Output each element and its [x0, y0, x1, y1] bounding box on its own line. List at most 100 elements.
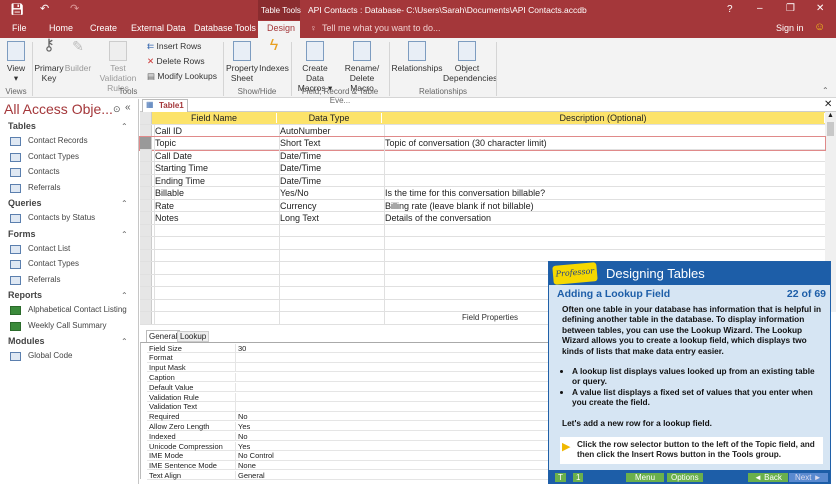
property-row[interactable]: IME Mode No Control	[147, 451, 551, 461]
close-button[interactable]: ✕	[816, 3, 824, 14]
indexes-button[interactable]: ϟ Indexes	[259, 38, 289, 74]
property-row[interactable]: Indexed No	[147, 431, 551, 441]
grid-cell[interactable]: Date/Time	[279, 174, 382, 187]
grid-cell[interactable]: Date/Time	[279, 162, 382, 174]
row-selector[interactable]	[140, 199, 152, 211]
property-value[interactable]: Yes	[235, 421, 545, 431]
menu-button[interactable]: Menu	[626, 473, 665, 482]
tab-home[interactable]: Home	[49, 23, 73, 33]
create-data-macros-button[interactable]: Create Data Macros ▾	[293, 41, 337, 93]
property-value[interactable]	[235, 382, 545, 392]
grid-cell[interactable]	[279, 262, 382, 274]
grid-cell[interactable]	[279, 287, 382, 299]
grid-cell[interactable]: Topic	[154, 137, 277, 149]
tab-file[interactable]: File	[12, 23, 27, 33]
test-validation-rules-button[interactable]: Test Validation Rules	[93, 41, 143, 93]
property-value[interactable]: No	[235, 431, 545, 441]
table-row[interactable]: Starting Time Date/Time	[140, 162, 825, 175]
collapse-nav-icon[interactable]: «	[125, 102, 131, 113]
grid-cell[interactable]	[279, 299, 382, 312]
nav-section-queries[interactable]: Queries	[8, 198, 42, 208]
nav-section-reports[interactable]: Reports	[8, 290, 42, 300]
grid-cell[interactable]	[279, 224, 382, 237]
grid-cell[interactable]: Notes	[154, 212, 277, 224]
grid-cell[interactable]	[154, 299, 277, 312]
property-row[interactable]: Input Mask	[147, 363, 551, 373]
property-value[interactable]: 30	[235, 343, 545, 353]
rename-delete-macro-button[interactable]: Rename/ Delete Macro	[337, 41, 387, 93]
row-selector[interactable]	[140, 137, 152, 149]
nav-item[interactable]: Alphabetical Contact Listing	[28, 305, 127, 314]
property-value[interactable]	[235, 363, 545, 373]
property-value[interactable]	[235, 372, 545, 382]
grid-cell[interactable]: Billable	[154, 187, 277, 199]
nav-section-forms[interactable]: Forms	[8, 229, 36, 239]
nav-section-tables[interactable]: Tables	[8, 121, 36, 131]
redo-icon[interactable]: ↷	[70, 2, 79, 15]
grid-cell[interactable]	[384, 249, 825, 262]
relationships-button[interactable]: Relationships	[391, 41, 443, 73]
property-row[interactable]: Default Value	[147, 382, 551, 392]
nav-dropdown-icon[interactable]: ⊙	[113, 104, 121, 115]
grid-cell[interactable]: Billing rate (leave blank if not billabl…	[384, 199, 825, 212]
tab-table1[interactable]: ▦ Table1	[142, 99, 188, 112]
nav-pane-title[interactable]: All Access Obje...	[4, 101, 113, 117]
options-button[interactable]: Options	[667, 473, 703, 482]
property-value[interactable]: Yes	[235, 441, 545, 451]
grid-cell[interactable]: Details of the conversation	[384, 212, 825, 224]
grid-cell[interactable]: Is the time for this conversation billab…	[384, 187, 825, 199]
grid-cell[interactable]	[279, 249, 382, 262]
row-selector[interactable]	[140, 249, 152, 261]
table-row[interactable]: Notes Long Text Details of the conversatio…	[140, 212, 825, 225]
table-row[interactable]: Topic Short Text Topic of conversation (30…	[139, 136, 826, 151]
row-selector[interactable]	[140, 174, 152, 186]
table-row[interactable]: Ending Time Date/Time	[140, 174, 825, 187]
text-button[interactable]: T	[555, 473, 566, 482]
select-all-corner[interactable]	[140, 112, 152, 124]
collapse-section-icon[interactable]: ⌃	[121, 291, 128, 300]
nav-item[interactable]: Referrals	[28, 183, 60, 192]
row-selector[interactable]	[140, 287, 152, 299]
collapse-section-icon[interactable]: ⌃	[121, 122, 128, 131]
step-button[interactable]: 1	[573, 473, 584, 482]
nav-item[interactable]: Contact List	[28, 244, 70, 253]
row-selector[interactable]	[140, 299, 152, 311]
tell-me-input[interactable]: Tell me what you want to do...	[322, 23, 441, 33]
grid-cell[interactable]	[154, 224, 277, 237]
property-value[interactable]: None	[235, 461, 545, 471]
restore-button[interactable]: ❐	[786, 3, 795, 14]
nav-item[interactable]: Contact Records	[28, 136, 88, 145]
grid-cell[interactable]	[384, 124, 825, 137]
row-selector[interactable]	[140, 224, 152, 236]
grid-cell[interactable]: Yes/No	[279, 187, 382, 199]
property-row[interactable]: Required No	[147, 412, 551, 422]
nav-item[interactable]: Global Code	[28, 351, 72, 360]
column-header[interactable]: Description (Optional)	[382, 113, 825, 123]
grid-cell[interactable]	[384, 174, 825, 187]
grid-cell[interactable]: Long Text	[279, 212, 382, 224]
grid-cell[interactable]	[279, 237, 382, 249]
grid-cell[interactable]: Short Text	[279, 137, 382, 149]
object-dependencies-button[interactable]: Object Dependencies	[443, 41, 497, 83]
tab-lookup[interactable]: Lookup	[177, 331, 210, 342]
tab-create[interactable]: Create	[90, 23, 117, 33]
primary-key-button[interactable]: ⚷ Primary Key	[34, 38, 64, 84]
nav-item[interactable]: Contact Types	[28, 259, 79, 268]
property-value[interactable]	[235, 402, 545, 412]
delete-rows-button[interactable]: ✕ Delete Rows	[147, 56, 205, 66]
property-row[interactable]: Allow Zero Length Yes	[147, 421, 551, 432]
row-selector[interactable]	[140, 124, 152, 136]
grid-cell[interactable]	[279, 274, 382, 287]
next-button[interactable]: Next ►	[789, 473, 828, 482]
nav-item[interactable]: Contacts	[28, 167, 60, 176]
tab-external-data[interactable]: External Data	[131, 23, 186, 33]
view-button[interactable]: View ▾	[3, 41, 29, 83]
nav-section-modules[interactable]: Modules	[8, 336, 45, 346]
column-header[interactable]: Field Name	[152, 113, 277, 123]
row-selector[interactable]	[140, 187, 152, 199]
grid-cell[interactable]: AutoNumber	[279, 124, 382, 137]
nav-item[interactable]: Referrals	[28, 275, 60, 284]
property-row[interactable]: Field Size 30	[147, 343, 551, 353]
property-row[interactable]: Validation Rule	[147, 392, 551, 402]
property-value[interactable]	[235, 353, 545, 363]
